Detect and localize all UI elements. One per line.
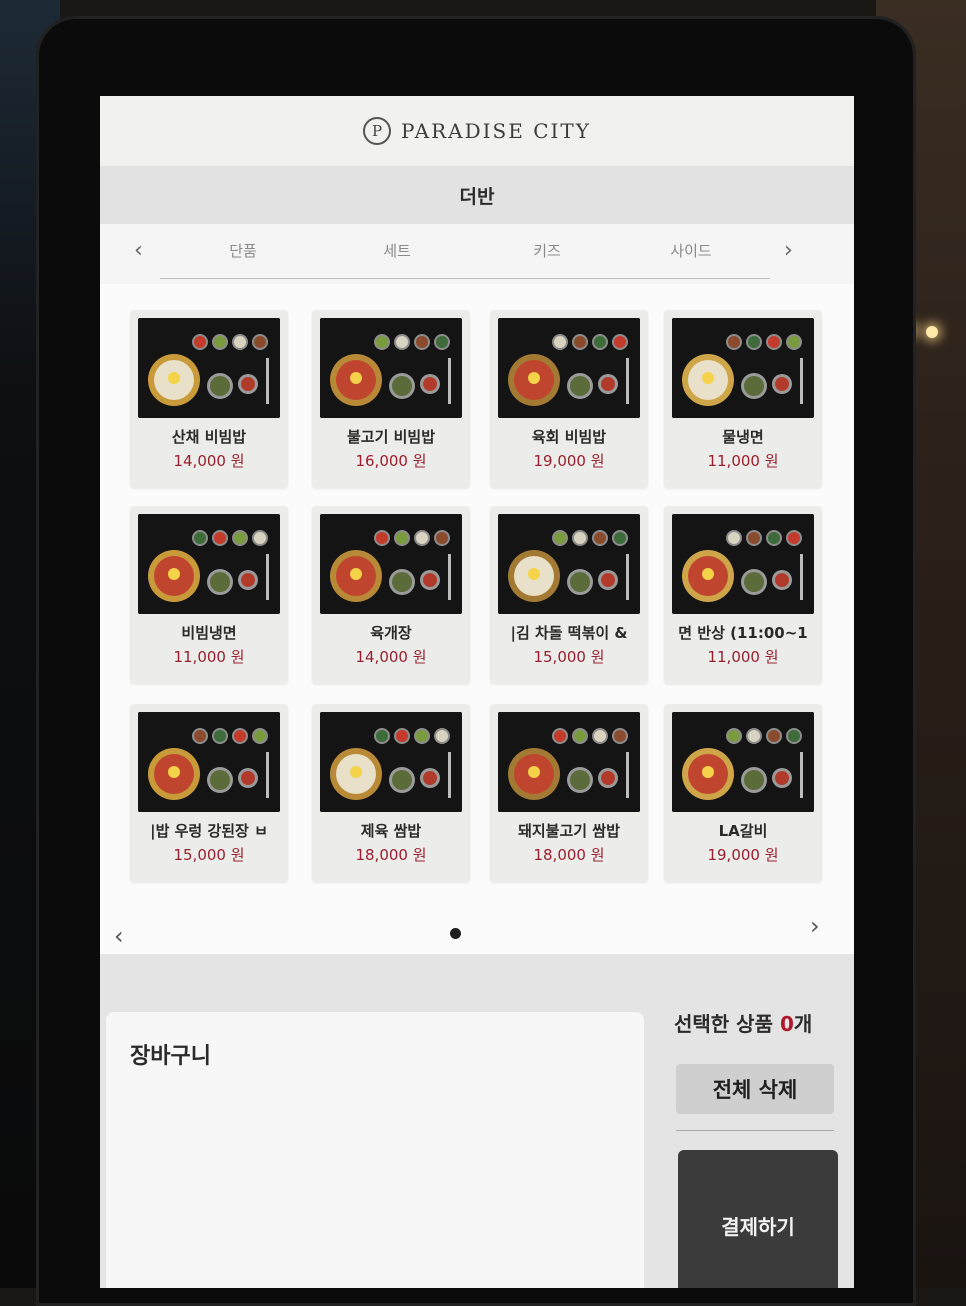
menu-item-card[interactable]: LA갈비 19,000 원 (664, 704, 822, 882)
menu-item-price: 15,000 원 (533, 648, 605, 666)
menu-item-photo (138, 318, 280, 418)
menu-item-price: 14,000 원 (355, 648, 427, 666)
tab-set[interactable]: 세트 (322, 240, 472, 271)
page-next-chevron-icon[interactable]: › (810, 912, 820, 940)
menu-item-card[interactable]: 육개장 14,000 원 (312, 506, 470, 684)
menu-item-name: LA갈비 (718, 822, 768, 840)
menu-item-name: 면 반상 (11:00~1 (678, 624, 808, 642)
tab-label: 세트 (383, 242, 411, 260)
menu-item-price: 16,000 원 (355, 452, 427, 470)
menu-item-card[interactable]: |밥 우렁 강된장 ㅂ 15,000 원 (130, 704, 288, 882)
menu-item-name: |김 차돌 떡볶이 & (510, 624, 628, 642)
cart-divider (676, 1130, 834, 1131)
page-indicator-dot (450, 928, 461, 939)
menu-item-card[interactable]: 불고기 비빔밥 16,000 원 (312, 310, 470, 488)
menu-item-card[interactable]: |김 차돌 떡볶이 & 15,000 원 (490, 506, 648, 684)
checkout-button[interactable]: 결제하기 (678, 1150, 838, 1288)
menu-item-card[interactable]: 제육 쌈밥 18,000 원 (312, 704, 470, 882)
paradise-logo-icon: P (363, 117, 392, 145)
menu-item-name: 비빔냉면 (181, 624, 237, 642)
menu-item-card[interactable]: 육회 비빔밥 19,000 원 (490, 310, 648, 488)
menu-item-name: 물냉면 (722, 428, 764, 446)
menu-item-price: 19,000 원 (533, 452, 605, 470)
menu-item-price: 19,000 원 (707, 846, 779, 864)
page-prev-chevron-icon[interactable]: ‹ (114, 922, 124, 950)
kiosk-screen: P PARADISE CITY 더반 ‹ 단품 세트 키즈 사이드 › 산채 비… (100, 96, 854, 1288)
menu-item-photo (498, 318, 640, 418)
cart-box: 장바구니 (106, 1012, 644, 1288)
cart-panel: 장바구니 선택한 상품 0개 전체 삭제 결제하기 (100, 954, 854, 1288)
tabs-divider (160, 278, 770, 279)
menu-item-photo (672, 514, 814, 614)
menu-item-photo (320, 712, 462, 812)
tab-side[interactable]: 사이드 (616, 240, 766, 271)
menu-item-price: 11,000 원 (173, 648, 245, 666)
menu-grid: 산채 비빔밥 14,000 원 불고기 비빔밥 16,000 원 육회 비빔밥 19,00… (100, 284, 854, 954)
menu-item-photo (320, 318, 462, 418)
menu-item-photo (138, 514, 280, 614)
menu-item-price: 14,000 원 (173, 452, 245, 470)
selected-items-summary: 선택한 상품 0개 (674, 1008, 812, 1037)
tab-label: 사이드 (670, 242, 712, 260)
menu-item-name: |밥 우렁 강된장 ㅂ (150, 822, 268, 840)
menu-item-name: 불고기 비빔밥 (346, 428, 436, 446)
menu-item-card[interactable]: 면 반상 (11:00~1 11,000 원 (664, 506, 822, 684)
cart-title: 장바구니 (130, 1044, 211, 1069)
menu-item-name: 제육 쌈밥 (360, 822, 422, 840)
menu-item-price: 11,000 원 (707, 648, 779, 666)
tab-kids[interactable]: 키즈 (472, 240, 622, 271)
menu-item-photo (672, 318, 814, 418)
menu-item-price: 18,000 원 (533, 846, 605, 864)
selected-unit: 개 (793, 1012, 813, 1036)
menu-item-name: 산채 비빔밥 (171, 428, 247, 446)
brand-name: PARADISE CITY (401, 119, 591, 143)
tab-label: 키즈 (533, 242, 561, 260)
menu-item-price: 11,000 원 (707, 452, 779, 470)
menu-item-photo (498, 712, 640, 812)
menu-item-name: 육회 비빔밥 (531, 428, 607, 446)
selected-count: 0 (779, 1012, 794, 1036)
menu-item-card[interactable]: 물냉면 11,000 원 (664, 310, 822, 488)
menu-item-price: 18,000 원 (355, 846, 427, 864)
tab-single[interactable]: 단품 (168, 240, 318, 271)
menu-item-photo (672, 712, 814, 812)
menu-item-name: 육개장 (370, 624, 412, 642)
ceiling-light (926, 326, 938, 338)
menu-item-photo (498, 514, 640, 614)
selected-label: 선택한 상품 (674, 1012, 773, 1036)
menu-item-name: 돼지불고기 쌈밥 (518, 822, 620, 840)
menu-item-card[interactable]: 돼지불고기 쌈밥 18,000 원 (490, 704, 648, 882)
menu-item-photo (320, 514, 462, 614)
menu-item-card[interactable]: 비빔냉면 11,000 원 (130, 506, 288, 684)
header: P PARADISE CITY (100, 96, 854, 167)
category-tabs: ‹ 단품 세트 키즈 사이드 › (100, 224, 854, 284)
clear-all-button[interactable]: 전체 삭제 (676, 1064, 834, 1114)
menu-item-photo (138, 712, 280, 812)
tabs-prev-chevron-icon[interactable]: ‹ (134, 238, 143, 263)
menu-item-price: 15,000 원 (173, 846, 245, 864)
tabs-next-chevron-icon[interactable]: › (784, 238, 793, 263)
tab-label: 단품 (229, 242, 257, 260)
menu-item-card[interactable]: 산채 비빔밥 14,000 원 (130, 310, 288, 488)
store-title: 더반 (100, 166, 854, 224)
